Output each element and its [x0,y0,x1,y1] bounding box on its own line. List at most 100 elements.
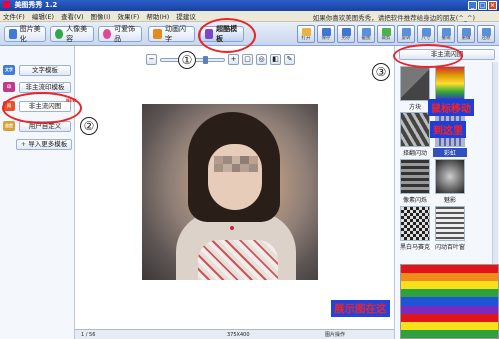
app-icon [3,1,10,8]
resize-icon [422,28,431,36]
tab-animation[interactable]: 动画闪字 [148,25,195,43]
photo-face [208,144,262,210]
menu-feedback[interactable]: 提建议 [176,11,196,21]
portrait-icon [55,29,64,39]
title-bar: 美图秀秀 1.2 _ □ × [0,0,499,11]
image-size: 375X400 [227,331,250,338]
rotate-icon [402,28,411,36]
minimize-button[interactable]: _ [468,1,477,10]
resize-button[interactable]: 尺寸 [417,25,435,43]
tab-label: 人像美容 [66,25,88,43]
effect-thumb-colorful[interactable] [435,66,465,101]
rainbow-stripe [401,289,498,298]
tab-label: 动画闪字 [164,25,186,43]
menu-effects[interactable]: 效果(F) [118,11,140,21]
effect-label: 择翻闪动 [402,150,427,157]
annotation-number-1: ① [178,51,196,69]
menu-help[interactable]: 帮助(H) [146,11,169,21]
open-button[interactable]: 打开 [297,25,315,43]
image-index: 1 / 56 [81,331,96,338]
photo-icon [9,29,17,39]
effect-thumb-pixel[interactable] [400,159,430,194]
folder-icon [302,28,311,36]
menu-image[interactable]: 图像(I) [91,11,111,21]
annotation-mouse-move: 鼠标移动 [428,99,474,116]
save-as-button[interactable]: 另存 [337,25,355,43]
save-button[interactable]: 保存 [317,25,335,43]
annotation-circle-1 [198,18,256,53]
sparkle-icon [153,29,162,39]
custom-icon: 自定 [3,121,15,131]
preview-rainbow-image [400,264,499,339]
effect-thumb-shadow[interactable] [435,159,465,194]
zoom-in-button[interactable]: + [228,54,239,65]
edited-photo[interactable] [142,104,318,280]
maximize-button[interactable]: □ [478,1,487,10]
menu-file[interactable]: 文件(F) [3,11,25,21]
import-templates-button[interactable]: + 导入更多模板 [12,138,72,150]
undo-button[interactable]: 撤销 [437,25,455,43]
screenshot-button[interactable]: 截图 [357,25,375,43]
zoom-slider-thumb[interactable] [203,55,208,64]
rainbow-stripe [401,297,498,306]
screenshot-icon [362,28,371,36]
template-category-panel: 文字 文字模板 印 非主流印模板 闪 非主流闪图 NEW 自定 用户自定义 + 导… [0,46,77,339]
tab-accessories[interactable]: 可爱饰品 [98,25,142,43]
effect-thumb-blocks[interactable] [400,66,430,101]
tab-portrait[interactable]: 人像美容 [50,25,94,43]
annotation-number-2: ② [80,117,98,135]
tab-label: 可爱饰品 [114,25,136,43]
close-button[interactable]: × [488,1,497,10]
effect-label: 像素闪烁 [402,197,427,204]
rainbow-stripe [401,313,498,322]
brush-icon[interactable]: ✎ [284,54,295,65]
save-as-icon [342,28,351,36]
annotation-to-here: 到这里 [430,121,466,138]
face-mosaic [214,156,258,172]
menu-view[interactable]: 查看(V) [61,11,84,21]
actual-size-icon[interactable]: ◎ [256,54,267,65]
compare-icon[interactable]: ◧ [270,54,281,65]
tab-photo-beautify[interactable]: 图片美化 [4,25,46,43]
photo-necklace [230,226,234,230]
effect-label: 魅影 [443,197,456,204]
effect-label: 黑白马赛克 [399,244,430,251]
zoom-out-button[interactable]: − [146,54,157,65]
promo-text: 如果你喜欢美图秀秀，请把软件推荐给身边的朋友(^_^) [312,14,475,22]
rainbow-stripe [401,329,498,338]
category-label: 非主流印模板 [19,81,71,93]
redo-icon [462,28,471,36]
annotation-showcase: 展示图在这 [331,300,390,317]
status-bar: 1 / 56 375X400 图片操作 [75,329,394,339]
effect-thumb-bw-mosaic[interactable] [400,206,430,241]
rainbow-stripe [401,281,498,290]
category-label: 文字模板 [19,64,71,76]
crop-button[interactable]: 裁剪 [377,25,395,43]
fit-icon[interactable]: ▢ [242,54,253,65]
effect-thumb-blinds[interactable] [435,206,465,241]
plus-icon: + [20,139,27,148]
rotate-button[interactable]: 旋转 [397,25,415,43]
rainbow-stripe [401,305,498,314]
annotation-circle-3 [393,44,463,68]
restore-button[interactable]: 还原 [477,25,495,43]
effect-label: 闪动百叶窗 [434,244,465,251]
import-label: + 导入更多模板 [16,138,72,150]
zoom-toolbar: − + ▢ ◎ ◧ ✎ [146,53,295,66]
menu-edit[interactable]: 编辑(E) [32,11,54,21]
redo-button[interactable]: 重做 [457,25,475,43]
heart-icon [103,29,112,39]
restore-icon [482,28,491,36]
stamp-icon: 印 [3,82,15,92]
effect-thumb-flip[interactable] [400,112,430,147]
effect-label: 方块 [408,104,421,111]
category-text-template[interactable]: 文字 文字模板 [3,64,71,76]
text-icon: 文字 [3,65,15,75]
window-title: 美图秀秀 1.2 [14,1,58,9]
photo-dress [198,240,278,280]
rainbow-stripe [401,265,498,274]
rainbow-stripe [401,273,498,282]
rainbow-stripe [401,321,498,330]
effect-label: 彩虹 [433,148,467,157]
annotation-number-3: ③ [372,63,390,81]
